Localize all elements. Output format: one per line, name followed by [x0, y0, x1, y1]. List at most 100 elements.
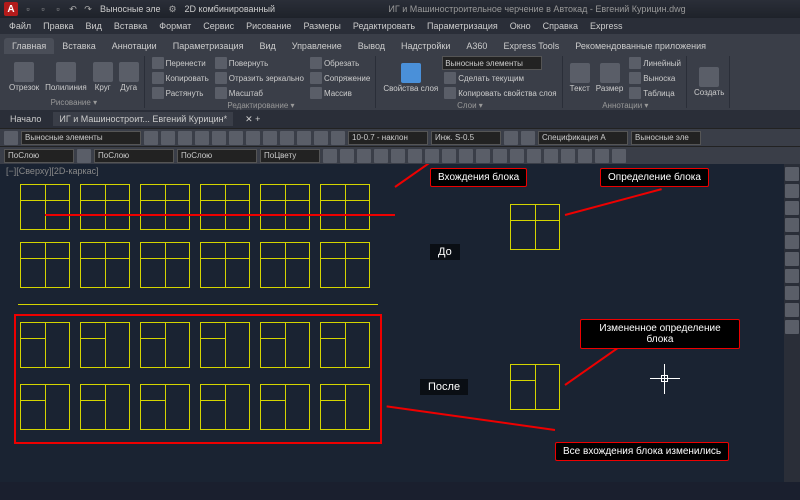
tb-layer-combo[interactable]: Выносные элементы — [21, 131, 141, 145]
block-instance[interactable] — [200, 184, 250, 230]
qat-save-icon[interactable]: ▫ — [52, 3, 64, 15]
tab-insert[interactable]: Вставка — [54, 38, 103, 54]
block-instance-changed[interactable] — [200, 384, 250, 430]
match-layer-button[interactable]: Копировать свойства слоя — [442, 86, 558, 100]
panel-edit-title[interactable]: Редактирование ▾ — [150, 100, 373, 111]
tb-icon[interactable] — [297, 131, 311, 145]
tb-icon[interactable] — [561, 149, 575, 163]
tb-plotstyle-combo[interactable]: ПоЦвету — [260, 149, 320, 163]
qat-gear-icon[interactable]: ⚙ — [167, 3, 179, 15]
dimension-button[interactable]: Размер — [594, 61, 626, 95]
menu-view[interactable]: Вид — [81, 19, 107, 33]
block-instance[interactable] — [20, 184, 70, 230]
drawing-canvas[interactable]: [−][Сверху][2D-каркас] Вхождения блока О… — [0, 164, 800, 482]
fillet-button[interactable]: Сопряжение — [308, 71, 372, 85]
block-definition-changed[interactable] — [510, 364, 560, 410]
tb-icon[interactable] — [527, 149, 541, 163]
side-tool-icon[interactable] — [785, 184, 799, 198]
block-instance[interactable] — [260, 242, 310, 288]
qat-new-icon[interactable]: ▫ — [22, 3, 34, 15]
tb-icon[interactable] — [144, 131, 158, 145]
tb-dimstyle-combo[interactable]: Инж. S-0.5 — [431, 131, 501, 145]
side-tool-icon[interactable] — [785, 201, 799, 215]
tb-textstyle-combo[interactable]: 10-0.7 - наклон — [348, 131, 428, 145]
block-instance[interactable] — [260, 184, 310, 230]
tb-icon[interactable] — [229, 131, 243, 145]
app-logo[interactable]: A — [4, 2, 18, 16]
mirror-button[interactable]: Отразить зеркально — [213, 71, 306, 85]
line-button[interactable]: Отрезок — [7, 60, 41, 94]
leader-button[interactable]: Выноска — [627, 71, 683, 85]
side-tool-icon[interactable] — [785, 269, 799, 283]
tb-color-combo[interactable]: ПоСлою — [4, 149, 74, 163]
tb-icon[interactable] — [323, 149, 337, 163]
tb-icon[interactable] — [178, 131, 192, 145]
qat-redo-icon[interactable]: ↷ — [82, 3, 94, 15]
tb-icon[interactable] — [263, 131, 277, 145]
tab-home[interactable]: Главная — [4, 38, 54, 54]
block-instance[interactable] — [320, 242, 370, 288]
tb-linetype-combo[interactable]: ПоСлою — [177, 149, 257, 163]
tb-icon[interactable] — [161, 131, 175, 145]
layer-props-button[interactable]: Свойства слоя — [381, 61, 440, 95]
tb-icon[interactable] — [521, 131, 535, 145]
create-block-button[interactable]: Создать — [692, 65, 726, 99]
tab-annotate[interactable]: Аннотации — [104, 38, 165, 54]
tb-icon[interactable] — [314, 131, 328, 145]
side-tool-icon[interactable] — [785, 167, 799, 181]
layer-combo[interactable]: Выносные элементы — [442, 56, 542, 70]
circle-button[interactable]: Круг — [91, 60, 115, 94]
block-instance-changed[interactable] — [20, 322, 70, 368]
tb-icon[interactable] — [246, 131, 260, 145]
tb-lineweight-combo[interactable]: ПоСлою — [94, 149, 174, 163]
tb-layer-icon[interactable] — [4, 131, 18, 145]
tb-icon[interactable] — [442, 149, 456, 163]
tb-icon[interactable] — [280, 131, 294, 145]
qat-style-combo[interactable]: Выносные эле — [100, 4, 161, 14]
tb-icon[interactable] — [504, 131, 518, 145]
block-instance-changed[interactable] — [320, 322, 370, 368]
menu-modify[interactable]: Редактировать — [348, 19, 420, 33]
tab-parametric[interactable]: Параметризация — [165, 38, 252, 54]
side-tool-icon[interactable] — [785, 303, 799, 317]
block-instance-changed[interactable] — [200, 322, 250, 368]
block-instance-changed[interactable] — [80, 322, 130, 368]
start-tab[interactable]: Начало — [4, 112, 47, 126]
tb-icon[interactable] — [578, 149, 592, 163]
menu-insert[interactable]: Вставка — [109, 19, 152, 33]
scale-button[interactable]: Масштаб — [213, 86, 306, 100]
qat-open-icon[interactable]: ▫ — [37, 3, 49, 15]
move-button[interactable]: Перенести — [150, 56, 211, 70]
tb-icon[interactable] — [544, 149, 558, 163]
linear-button[interactable]: Линейный — [627, 56, 683, 70]
rotate-button[interactable]: Повернуть — [213, 56, 306, 70]
tab-output[interactable]: Вывод — [350, 38, 393, 54]
tab-addins[interactable]: Надстройки — [393, 38, 458, 54]
tab-view[interactable]: Вид — [251, 38, 283, 54]
tb-icon[interactable] — [476, 149, 490, 163]
block-instance[interactable] — [320, 184, 370, 230]
array-button[interactable]: Массив — [308, 86, 372, 100]
menu-dimension[interactable]: Размеры — [298, 19, 345, 33]
panel-layers-title[interactable]: Слои ▾ — [381, 100, 558, 111]
table-button[interactable]: Таблица — [627, 86, 683, 100]
block-instance-changed[interactable] — [20, 384, 70, 430]
stretch-button[interactable]: Растянуть — [150, 86, 211, 100]
tab-manage[interactable]: Управление — [284, 38, 350, 54]
doc-tab[interactable]: ИГ и Машиностроит... Евгений Курицин* — [53, 112, 233, 126]
side-tool-icon[interactable] — [785, 235, 799, 249]
tab-a360[interactable]: A360 — [458, 38, 495, 54]
new-tab-button[interactable]: ✕ + — [239, 112, 266, 127]
block-instance-changed[interactable] — [80, 384, 130, 430]
tb-icon[interactable] — [425, 149, 439, 163]
block-instance[interactable] — [20, 242, 70, 288]
block-instance-changed[interactable] — [260, 322, 310, 368]
menu-parametric[interactable]: Параметризация — [422, 19, 503, 33]
arc-button[interactable]: Дуга — [117, 60, 141, 94]
block-instance-changed[interactable] — [140, 384, 190, 430]
tb-icon[interactable] — [77, 149, 91, 163]
menu-service[interactable]: Сервис — [198, 19, 239, 33]
polyline-button[interactable]: Полилиния — [43, 60, 89, 94]
menu-format[interactable]: Формат — [154, 19, 196, 33]
qat-undo-icon[interactable]: ↶ — [67, 3, 79, 15]
